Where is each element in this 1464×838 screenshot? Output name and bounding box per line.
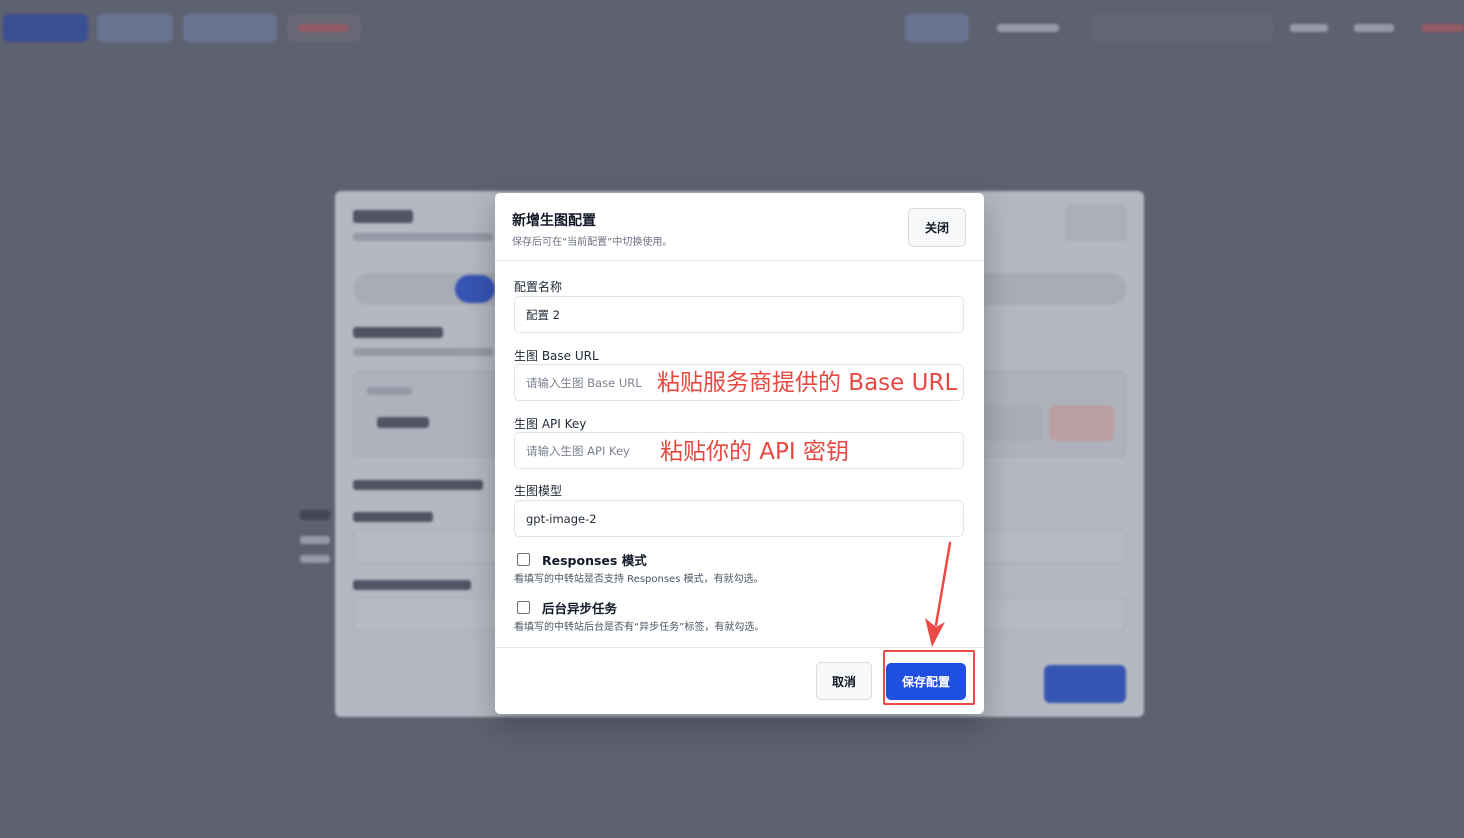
responses-mode-help: 看填写的中转站是否支持 Responses 模式，有就勾选。 (514, 574, 764, 585)
api-key-input[interactable] (514, 432, 964, 469)
base-url-input[interactable] (514, 364, 964, 401)
background-tab-active (455, 275, 495, 303)
background-nav-item-1 (997, 24, 1059, 32)
background-dialog-subtitle (353, 233, 493, 241)
background-section-title (353, 327, 443, 338)
background-current-config-label (367, 387, 412, 395)
background-button-1 (3, 14, 88, 42)
responses-mode-label: Responses 模式 (542, 553, 647, 568)
checkbox-empty-icon[interactable] (517, 553, 530, 566)
modal-header: 新增生图配置 保存后可在“当前配置”中切换使用。 关闭 (495, 193, 984, 261)
model-label: 生图模型 (514, 484, 563, 498)
modal-title: 新增生图配置 (512, 213, 596, 229)
background-nav-item-2 (1091, 14, 1273, 42)
background-section-desc (353, 348, 493, 356)
new-image-config-modal: 新增生图配置 保存后可在“当前配置”中切换使用。 关闭 配置名称 生图 Base… (495, 193, 984, 714)
close-button[interactable]: 关闭 (908, 208, 966, 247)
background-nav-item-5 (1421, 24, 1464, 32)
model-input[interactable] (514, 500, 964, 537)
background-delete-button (1049, 405, 1114, 441)
async-task-row[interactable]: 后台异步任务 (517, 598, 617, 617)
background-label-bar (298, 24, 348, 32)
background-current-config-value (377, 417, 429, 428)
background-save-settings-button (1044, 665, 1126, 703)
background-top-bar (0, 0, 1464, 56)
background-dialog-title (353, 210, 413, 223)
background-nav-item-3 (1290, 24, 1328, 32)
background-nav-item-4 (1354, 24, 1394, 32)
background-button-3 (183, 14, 277, 42)
base-url-label: 生图 Base URL (514, 349, 599, 363)
api-key-label: 生图 API Key (514, 417, 587, 431)
modal-subtitle: 保存后可在“当前配置”中切换使用。 (512, 237, 673, 248)
async-task-help: 看填写的中转站后台是否有“异步任务”标签，有就勾选。 (514, 622, 765, 633)
async-task-label: 后台异步任务 (542, 601, 618, 616)
background-text-line-1 (300, 510, 330, 520)
config-name-input[interactable] (514, 296, 964, 333)
background-ref-key-label (353, 512, 433, 522)
background-ref-code-label (353, 580, 471, 590)
responses-mode-row[interactable]: Responses 模式 (517, 550, 647, 569)
background-button-2 (97, 14, 173, 42)
background-text-line-3 (300, 555, 330, 563)
modal-footer: 取消 保存配置 (495, 647, 984, 714)
background-nav-button (905, 14, 969, 42)
checkbox-empty-icon[interactable] (517, 601, 530, 614)
background-text-line-2 (300, 536, 330, 544)
background-edit-button (985, 405, 1043, 441)
config-name-label: 配置名称 (514, 280, 563, 294)
background-ref-title (353, 480, 483, 490)
background-dialog-close (1066, 205, 1126, 241)
save-config-button[interactable]: 保存配置 (886, 663, 966, 700)
cancel-button[interactable]: 取消 (816, 662, 872, 700)
